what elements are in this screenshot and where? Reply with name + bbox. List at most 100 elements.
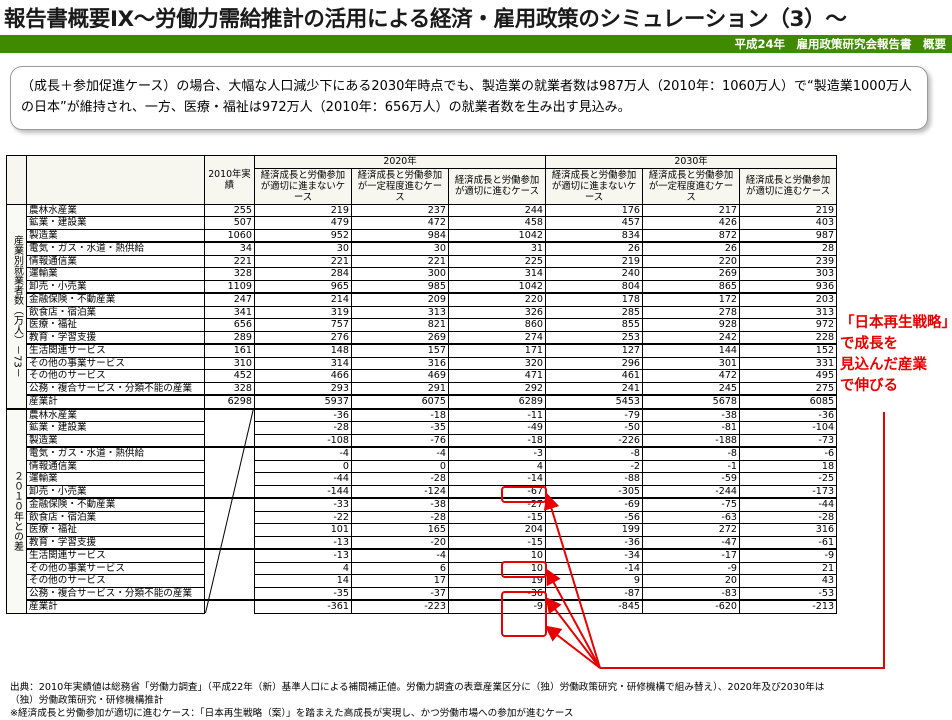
industry-label: 医療・福祉 [26, 523, 205, 537]
value-cell: -67 [447, 484, 547, 499]
value-cell: -11 [447, 407, 547, 422]
empty-2010-cell [204, 511, 255, 524]
empty-2010-cell [204, 472, 255, 485]
value-cell: -18 [351, 407, 449, 422]
value-cell: 244 [447, 203, 547, 217]
value-cell: 278 [642, 305, 741, 319]
value-cell: 471 [447, 369, 547, 383]
table-row: 生活関連サービス -13 -4 10 -34 -17 -9 [7, 548, 838, 563]
value-cell: 331 [739, 356, 838, 370]
value-cell: -61 [739, 535, 838, 550]
value-cell: 865 [642, 279, 741, 294]
value-cell: 237 [351, 203, 449, 217]
value-cell: -4 [351, 548, 449, 563]
value-cell: 403 [739, 216, 838, 230]
value-cell: -17 [642, 548, 741, 563]
table-row: 鉱業・建設業 -28 -35 -49 -50 -81 -104 [7, 421, 838, 435]
value-cell: 316 [351, 356, 449, 370]
value-cell: -53 [739, 586, 838, 601]
value-cell: 14 [254, 574, 352, 588]
industry-label: 公務・複合サービス・分類不能の産業 [26, 586, 205, 601]
value-cell: 1060 [204, 228, 255, 243]
value-cell: 10 [447, 548, 547, 563]
value-cell: 34 [204, 241, 255, 256]
value-cell: 452 [204, 369, 255, 383]
value-cell: -73 [739, 433, 838, 448]
value-cell: 6075 [351, 394, 449, 409]
value-cell: 289 [204, 330, 255, 345]
value-cell: -76 [351, 433, 449, 448]
corner-cell [6, 155, 27, 205]
value-cell: -63 [642, 510, 741, 524]
value-cell: -188 [642, 433, 741, 448]
value-cell: 127 [545, 343, 644, 358]
table-row: 飲食店・宿泊業 341 319 313 326 285 278 313 [7, 305, 838, 319]
industry-label: 生活関連サービス [26, 343, 205, 358]
value-cell: 469 [351, 369, 449, 383]
subtitle-text: 平成24年 雇用政策研究会報告書 概要 [734, 37, 946, 51]
value-cell: 0 [351, 459, 449, 473]
value-cell: 965 [254, 279, 352, 294]
value-cell: -36 [447, 586, 547, 601]
value-cell: 4 [447, 459, 547, 473]
value-cell: 26 [642, 241, 741, 256]
value-cell: 269 [351, 330, 449, 345]
value-cell: 220 [642, 254, 741, 268]
value-cell: 6 [351, 561, 449, 575]
case-header: 経済成長と労働参加が適切に進まないケース [254, 167, 352, 205]
value-cell: 253 [545, 330, 644, 345]
industry-label: 情報通信業 [26, 254, 205, 268]
page-title: 報告書概要Ⅸ～労働力需給推計の活用による経済・雇用政策のシミュレーション（3）～ [4, 7, 847, 32]
subtitle-bar: 平成24年 雇用政策研究会報告書 概要 [0, 35, 952, 53]
value-cell: -14 [545, 561, 644, 575]
value-cell: 316 [739, 523, 838, 537]
value-cell: 217 [642, 203, 741, 217]
value-cell: 821 [351, 318, 449, 332]
value-cell: 209 [351, 292, 449, 307]
value-cell: 178 [545, 292, 644, 307]
value-cell: 219 [739, 203, 838, 217]
value-cell: -15 [447, 510, 547, 524]
industry-label: 鉱業・建設業 [26, 421, 205, 435]
value-cell: -124 [351, 484, 449, 499]
value-cell: 144 [642, 343, 741, 358]
value-cell: 341 [204, 305, 255, 319]
table-row: 情報通信業 221 221 221 225 219 220 239 [7, 254, 838, 268]
table-row: 産業計 -361 -223 -9 -845 -620 -213 [7, 599, 838, 614]
value-cell: -13 [254, 535, 352, 550]
industry-label: 製造業 [26, 433, 205, 448]
value-cell: 275 [739, 381, 838, 396]
value-cell: 276 [254, 330, 352, 345]
value-cell: 860 [447, 318, 547, 332]
industry-label: 教育・学習支援 [26, 535, 205, 550]
value-cell: 458 [447, 216, 547, 230]
value-cell: -38 [642, 407, 741, 422]
industry-label: 卸売・小売業 [26, 279, 205, 294]
empty-2010-cell [204, 523, 255, 536]
table-row: 情報通信業 0 0 4 -2 -1 18 [7, 459, 838, 473]
value-cell: -14 [447, 472, 547, 486]
source-note: 出典：2010年実績値は総務省「労働力調査」（平成22年（新）基準人口による補間… [10, 681, 945, 720]
value-cell: 239 [739, 254, 838, 268]
value-cell: 320 [447, 356, 547, 370]
table-row: 電気・ガス・水道・熱供給 34 30 30 31 26 26 28 [7, 241, 838, 256]
value-cell: 220 [447, 292, 547, 307]
table-row: 教育・学習支援 -13 -20 -15 -36 -47 -61 [7, 535, 838, 550]
value-cell: 466 [254, 369, 352, 383]
table-row: その他の事業サービス 4 6 10 -14 -9 21 [7, 561, 838, 575]
value-cell: 314 [254, 356, 352, 370]
table-row: その他の事業サービス 310 314 316 320 296 301 331 [7, 356, 838, 370]
table-row: 教育・学習支援 289 276 269 274 253 242 228 [7, 330, 838, 345]
value-cell: -35 [254, 586, 352, 601]
source-line: （独）労働政策研究・研修機構推計 [10, 695, 164, 706]
value-cell: 157 [351, 343, 449, 358]
table-row: その他のサービス 452 466 469 471 461 472 495 [7, 369, 838, 383]
value-cell: 1109 [204, 279, 255, 294]
industry-label: 農林水産業 [26, 407, 205, 422]
table-row: 公務・複合サービス・分類不能の産業 328 293 291 292 241 245 275 [7, 381, 838, 396]
value-cell: 6289 [447, 394, 547, 409]
value-cell: 313 [739, 305, 838, 319]
value-cell: 9 [545, 574, 644, 588]
value-cell: -226 [545, 433, 644, 448]
value-cell: -361 [254, 599, 352, 614]
